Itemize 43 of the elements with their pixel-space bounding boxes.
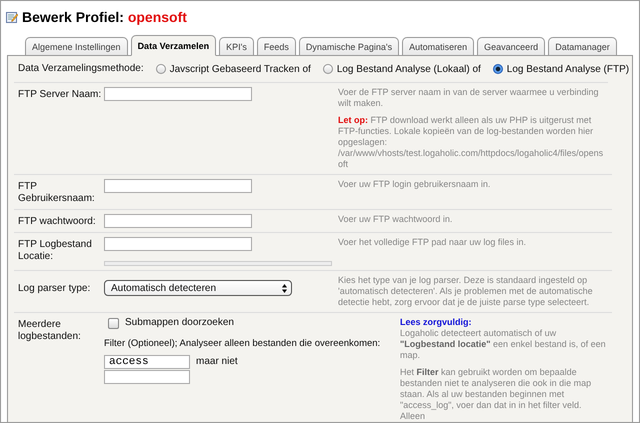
help-text: Let op: FTP download werkt alleen als uw PHP is uitgerust met FTP-functies. Lokale kopieën van de log-bestanden worden hier opgeslagen: /var/www/vhosts/test.logaholic.com/httpdocs/logaholic4/files/opensoft [338, 115, 604, 170]
tab[interactable]: Automatiseren [402, 37, 474, 55]
radio-label: Javscript Gebaseerd Tracken of [170, 64, 311, 74]
help-text: Kies het type van je log parser. Deze is standaard ingesteld op 'automatisch detecteren'. Als je problemen met de automatische detectie hebt, zorg ervoor dat je de juiste parse type selecteert. [338, 275, 594, 308]
exclude-filter-field[interactable] [104, 370, 190, 384]
tab[interactable]: Data Verzamelen [130, 35, 216, 56]
radio-label: Log Bestand Analyse (Lokaal) of [336, 64, 481, 74]
radio-button[interactable] [492, 64, 503, 74]
text-field[interactable] [104, 87, 252, 101]
help-text: Voer uw FTP login gebruikersnaam in. [338, 179, 492, 190]
radio-button[interactable] [322, 64, 333, 74]
field-label: FTP Logbestand Locatie: [18, 238, 93, 264]
field-label: Meerdere logbestanden: [18, 318, 82, 344]
field-label: Data Verzamelingsmethode: [18, 63, 144, 75]
tab[interactable]: KPI's [219, 37, 254, 55]
field-label: FTP Server Naam: [18, 88, 102, 102]
include-filter-field[interactable]: access [104, 355, 190, 369]
edit-document-icon [6, 11, 18, 23]
checkbox-label: Submappen doorzoeken [125, 317, 234, 329]
tab[interactable]: Feeds [256, 37, 296, 55]
text-field[interactable] [104, 214, 252, 228]
help-text: Voer het volledige FTP pad naar uw log files in. [338, 237, 527, 248]
filter-label: Filter (Optioneel); Analyseer alleen bestanden die overeenkomen: [104, 338, 380, 350]
tab[interactable]: Geavanceerd [477, 37, 546, 55]
help-text: Lees zorgvuldig: Logaholic detecteert automatisch of uw "Logbestand locatie" een enkel bestand is, of een map. [400, 317, 607, 361]
tab[interactable]: Algemene Instellingen [25, 37, 128, 55]
updown-arrows-icon [282, 284, 287, 292]
parser-type-dropdown[interactable]: Automatisch detecteren [104, 280, 292, 296]
radio-label: Log Bestand Analyse (FTP) [506, 64, 630, 74]
help-text: Het Filter kan gebruikt worden om bepaalde bestanden niet te analyseren die ook in die map staan. Als al uw bestanden beginnen met "access_log", voer dan dat in in het filter veld. Alleen [400, 367, 592, 422]
text-field[interactable] [104, 237, 252, 251]
radio-button[interactable] [156, 64, 166, 74]
field-label: FTP wachtwoord: [18, 215, 97, 228]
but-not-label: maar niet [196, 356, 238, 368]
tab[interactable]: Dynamische Pagina's [298, 37, 400, 55]
page-title: Bewerk Profiel: opensoft [22, 9, 187, 25]
help-text: Voer uw FTP wachtwoord in. [338, 214, 454, 225]
field-label: Log parser type: [18, 282, 92, 296]
checkbox[interactable] [108, 318, 119, 328]
help-text: Voer de FTP server naam in van de server waarmee u verbinding wilt maken. [338, 87, 600, 109]
tab[interactable]: Datamanager [548, 37, 617, 55]
text-field[interactable] [104, 179, 252, 193]
field-label: FTP Gebruikersnaam: [18, 180, 96, 205]
